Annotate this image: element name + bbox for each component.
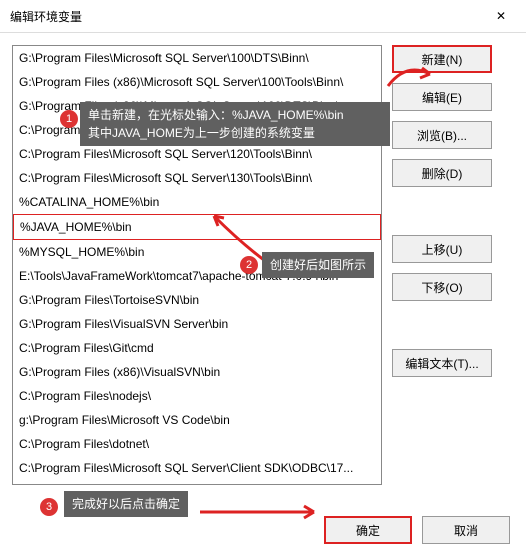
badge-3: 3 <box>40 498 58 516</box>
list-item[interactable]: %JAVA_HOME%\bin <box>13 214 381 240</box>
dialog-title: 编辑环境变量 <box>10 8 82 25</box>
movedown-button[interactable]: 下移(O) <box>392 273 492 301</box>
list-item[interactable]: %M2_HOME%\bin <box>13 480 381 485</box>
close-icon[interactable]: ✕ <box>486 6 516 26</box>
list-item[interactable]: C:\Program Files\nodejs\ <box>13 384 381 408</box>
list-item[interactable]: C:\Program Files\Microsoft SQL Server\13… <box>13 166 381 190</box>
titlebar: 编辑环境变量 ✕ <box>0 0 526 33</box>
list-item[interactable]: G:\Program Files (x86)\VisualSVN\bin <box>13 360 381 384</box>
edittext-button[interactable]: 编辑文本(T)... <box>392 349 492 377</box>
content: G:\Program Files\Microsoft SQL Server\10… <box>0 33 526 497</box>
ok-button[interactable]: 确定 <box>324 516 412 544</box>
edit-button[interactable]: 编辑(E) <box>392 83 492 111</box>
list-item[interactable]: g:\Program Files\Microsoft VS Code\bin <box>13 408 381 432</box>
list-item[interactable]: C:\Program Files (x86)\Microsoft Visual … <box>13 118 381 142</box>
list-item[interactable]: %CATALINA_HOME%\bin <box>13 190 381 214</box>
list-item[interactable]: G:\Program Files\TortoiseSVN\bin <box>13 288 381 312</box>
browse-button[interactable]: 浏览(B)... <box>392 121 492 149</box>
arrow-3 <box>196 500 326 524</box>
list-item[interactable]: E:\Tools\JavaFrameWork\tomcat7\apache-to… <box>13 264 381 288</box>
button-column: 新建(N) 编辑(E) 浏览(B)... 删除(D) 上移(U) 下移(O) 编… <box>392 45 492 485</box>
list-item[interactable]: C:\Program Files\Git\cmd <box>13 336 381 360</box>
cancel-button[interactable]: 取消 <box>422 516 510 544</box>
moveup-button[interactable]: 上移(U) <box>392 235 492 263</box>
list-item[interactable]: G:\Program Files (x86)\Microsoft SQL Ser… <box>13 70 381 94</box>
list-item[interactable]: %MYSQL_HOME%\bin <box>13 240 381 264</box>
path-listbox[interactable]: G:\Program Files\Microsoft SQL Server\10… <box>12 45 382 485</box>
delete-button[interactable]: 删除(D) <box>392 159 492 187</box>
list-item[interactable]: G:\Program Files\VisualSVN Server\bin <box>13 312 381 336</box>
list-item[interactable]: G:\Program Files (x86)\Microsoft SQL Ser… <box>13 94 381 118</box>
list-item[interactable]: G:\Program Files\Microsoft SQL Server\10… <box>13 46 381 70</box>
list-item[interactable]: C:\Program Files\Microsoft SQL Server\Cl… <box>13 456 381 480</box>
list-item[interactable]: C:\Program Files\dotnet\ <box>13 432 381 456</box>
new-button[interactable]: 新建(N) <box>392 45 492 73</box>
dialog-buttons: 确定 取消 <box>324 516 510 544</box>
list-item[interactable]: C:\Program Files\Microsoft SQL Server\12… <box>13 142 381 166</box>
